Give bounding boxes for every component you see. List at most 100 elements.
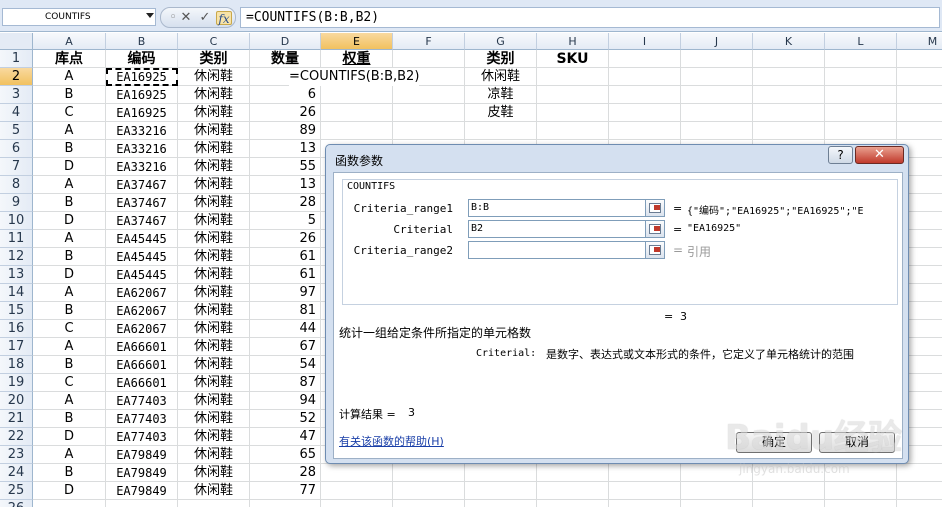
cell-b-4[interactable]: EA16925 bbox=[106, 104, 178, 122]
cell[interactable] bbox=[897, 500, 942, 507]
cell-d-16[interactable]: 44 bbox=[250, 320, 321, 338]
cancel-formula-icon[interactable]: ✕ bbox=[178, 11, 194, 25]
cell[interactable] bbox=[897, 86, 942, 104]
cell-a-25[interactable]: D bbox=[33, 482, 106, 500]
cell-d-10[interactable]: 5 bbox=[250, 212, 321, 230]
cell-c-10[interactable]: 休闲鞋 bbox=[178, 212, 250, 230]
row-header-19[interactable]: 19 bbox=[0, 374, 33, 392]
cell[interactable] bbox=[609, 122, 681, 140]
cell[interactable] bbox=[609, 482, 681, 500]
cell[interactable] bbox=[537, 86, 609, 104]
cell-a-10[interactable]: D bbox=[33, 212, 106, 230]
cell-a-20[interactable]: A bbox=[33, 392, 106, 410]
cell[interactable] bbox=[321, 122, 393, 140]
cell-b-6[interactable]: EA33216 bbox=[106, 140, 178, 158]
cell-c-13[interactable]: 休闲鞋 bbox=[178, 266, 250, 284]
cell-c-11[interactable]: 休闲鞋 bbox=[178, 230, 250, 248]
cell[interactable] bbox=[609, 50, 681, 68]
cell[interactable] bbox=[609, 464, 681, 482]
column-header-f[interactable]: F bbox=[393, 33, 465, 50]
cell[interactable] bbox=[537, 68, 609, 86]
cell[interactable] bbox=[681, 68, 753, 86]
cell-a-18[interactable]: B bbox=[33, 356, 106, 374]
cell-a-23[interactable]: A bbox=[33, 446, 106, 464]
cell-d-5[interactable]: 89 bbox=[250, 122, 321, 140]
category-list-item[interactable]: 皮鞋 bbox=[465, 104, 537, 122]
cell[interactable] bbox=[681, 104, 753, 122]
cell[interactable] bbox=[897, 68, 942, 86]
cell-b-24[interactable]: EA79849 bbox=[106, 464, 178, 482]
cell-d-20[interactable]: 94 bbox=[250, 392, 321, 410]
row-header-26[interactable]: 26 bbox=[0, 500, 33, 507]
cell[interactable] bbox=[393, 482, 465, 500]
cell-b-10[interactable]: EA37467 bbox=[106, 212, 178, 230]
cell-d-12[interactable]: 61 bbox=[250, 248, 321, 266]
cell-c-24[interactable]: 休闲鞋 bbox=[178, 464, 250, 482]
row-header-5[interactable]: 5 bbox=[0, 122, 33, 140]
cell[interactable] bbox=[825, 122, 897, 140]
cell-b-5[interactable]: EA33216 bbox=[106, 122, 178, 140]
cell[interactable] bbox=[393, 104, 465, 122]
collapse-dialog-button-3[interactable] bbox=[645, 241, 665, 259]
header-a[interactable]: 库点 bbox=[33, 50, 106, 68]
row-header-17[interactable]: 17 bbox=[0, 338, 33, 356]
row-header-1[interactable]: 1 bbox=[0, 50, 33, 68]
header-h[interactable]: SKU bbox=[537, 50, 609, 68]
row-header-7[interactable]: 7 bbox=[0, 158, 33, 176]
column-header-d[interactable]: D bbox=[250, 33, 321, 50]
cell-b-13[interactable]: EA45445 bbox=[106, 266, 178, 284]
cell-a-15[interactable]: B bbox=[33, 302, 106, 320]
row-header-25[interactable]: 25 bbox=[0, 482, 33, 500]
cell-c-17[interactable]: 休闲鞋 bbox=[178, 338, 250, 356]
name-box[interactable]: COUNTIFS bbox=[2, 8, 156, 26]
cell-d-21[interactable]: 52 bbox=[250, 410, 321, 428]
dialog-close-button[interactable]: ✕ bbox=[855, 146, 904, 164]
row-header-23[interactable]: 23 bbox=[0, 446, 33, 464]
formula-input[interactable]: =COUNTIFS(B:B,B2) bbox=[240, 7, 940, 28]
cell-b-12[interactable]: EA45445 bbox=[106, 248, 178, 266]
cell-c-2[interactable]: 休闲鞋 bbox=[178, 68, 250, 86]
cell-c-12[interactable]: 休闲鞋 bbox=[178, 248, 250, 266]
row-header-3[interactable]: 3 bbox=[0, 86, 33, 104]
cell-d-4[interactable]: 26 bbox=[250, 104, 321, 122]
cell[interactable] bbox=[681, 86, 753, 104]
row-header-12[interactable]: 12 bbox=[0, 248, 33, 266]
cell-d-15[interactable]: 81 bbox=[250, 302, 321, 320]
cell[interactable] bbox=[753, 86, 825, 104]
row-header-24[interactable]: 24 bbox=[0, 464, 33, 482]
cell[interactable] bbox=[537, 482, 609, 500]
cell[interactable] bbox=[753, 500, 825, 507]
cell-c-8[interactable]: 休闲鞋 bbox=[178, 176, 250, 194]
cell[interactable] bbox=[897, 50, 942, 68]
cell[interactable] bbox=[465, 500, 537, 507]
header-b[interactable]: 编码 bbox=[106, 50, 178, 68]
column-header-g[interactable]: G bbox=[465, 33, 537, 50]
cell-b-3[interactable]: EA16925 bbox=[106, 86, 178, 104]
cell[interactable] bbox=[609, 500, 681, 507]
cell-b-25[interactable]: EA79849 bbox=[106, 482, 178, 500]
cell[interactable] bbox=[537, 464, 609, 482]
cell-d-17[interactable]: 67 bbox=[250, 338, 321, 356]
cell-a-5[interactable]: A bbox=[33, 122, 106, 140]
header-d[interactable]: 数量 bbox=[250, 50, 321, 68]
row-header-18[interactable]: 18 bbox=[0, 356, 33, 374]
cell-d-9[interactable]: 28 bbox=[250, 194, 321, 212]
cell-a-14[interactable]: A bbox=[33, 284, 106, 302]
cell-d-3[interactable]: 6 bbox=[250, 86, 321, 104]
cell[interactable] bbox=[537, 122, 609, 140]
cell-d-14[interactable]: 97 bbox=[250, 284, 321, 302]
cell[interactable] bbox=[609, 104, 681, 122]
cell-a-7[interactable]: D bbox=[33, 158, 106, 176]
column-header-c[interactable]: C bbox=[178, 33, 250, 50]
cell[interactable] bbox=[681, 122, 753, 140]
cell-d-13[interactable]: 61 bbox=[250, 266, 321, 284]
cell-d-8[interactable]: 13 bbox=[250, 176, 321, 194]
cell[interactable] bbox=[393, 50, 465, 68]
cell[interactable] bbox=[753, 68, 825, 86]
column-header-k[interactable]: K bbox=[753, 33, 825, 50]
arg-input-criteria-range1[interactable]: B:B bbox=[468, 199, 646, 217]
cell-c-4[interactable]: 休闲鞋 bbox=[178, 104, 250, 122]
cell-d-25[interactable]: 77 bbox=[250, 482, 321, 500]
row-header-21[interactable]: 21 bbox=[0, 410, 33, 428]
cell[interactable] bbox=[250, 500, 321, 507]
